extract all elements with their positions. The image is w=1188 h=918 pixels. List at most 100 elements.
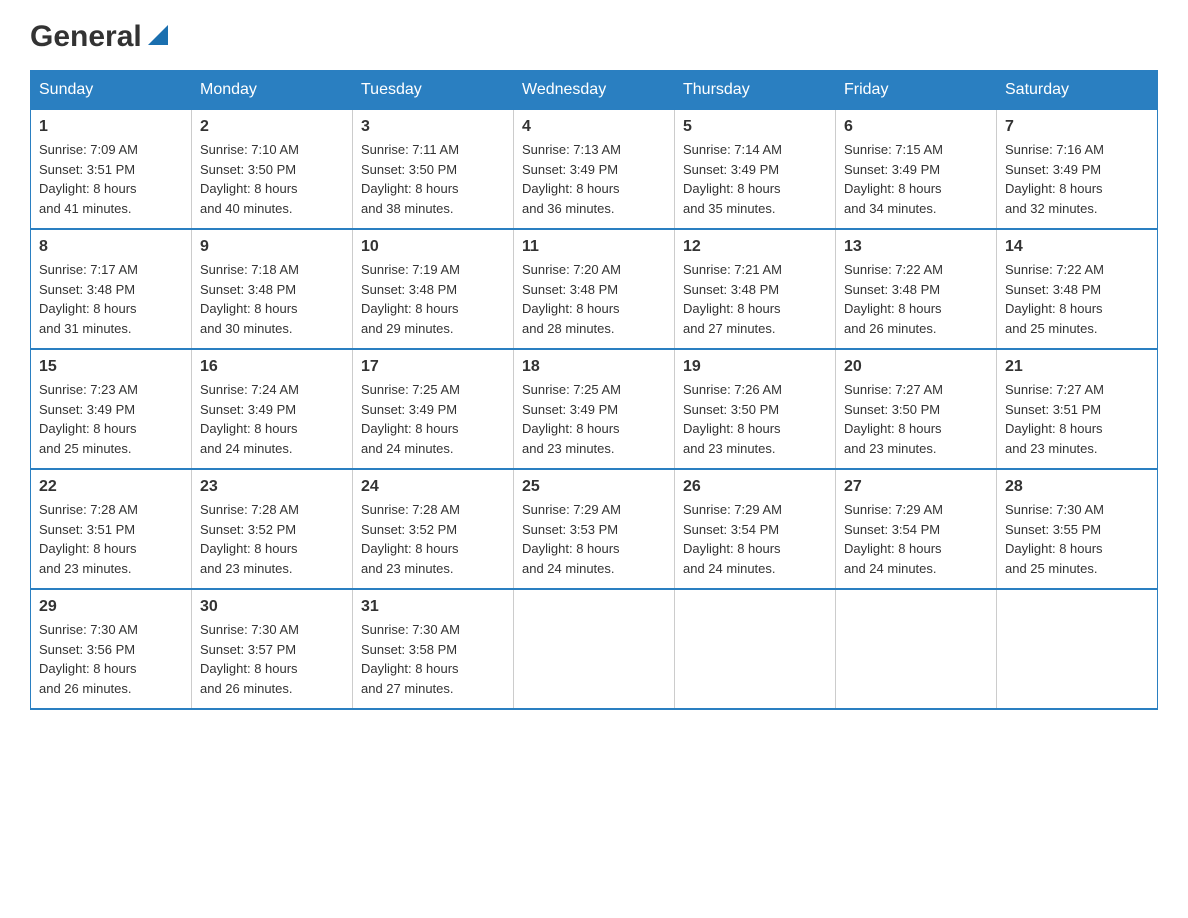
logo-triangle-icon [144,21,172,49]
day-info: Sunrise: 7:28 AM Sunset: 3:52 PM Dayligh… [361,500,505,578]
day-number: 14 [1005,238,1149,256]
weekday-header-sunday: Sunday [31,71,192,110]
day-number: 5 [683,118,827,136]
calendar-cell: 2 Sunrise: 7:10 AM Sunset: 3:50 PM Dayli… [192,110,353,230]
day-info: Sunrise: 7:29 AM Sunset: 3:54 PM Dayligh… [844,500,988,578]
calendar-cell [675,589,836,709]
calendar-cell: 13 Sunrise: 7:22 AM Sunset: 3:48 PM Dayl… [836,229,997,349]
day-info: Sunrise: 7:15 AM Sunset: 3:49 PM Dayligh… [844,140,988,218]
weekday-header-friday: Friday [836,71,997,110]
weekday-header-tuesday: Tuesday [353,71,514,110]
calendar-cell: 3 Sunrise: 7:11 AM Sunset: 3:50 PM Dayli… [353,110,514,230]
day-number: 25 [522,478,666,496]
logo: General [30,20,172,50]
day-info: Sunrise: 7:28 AM Sunset: 3:52 PM Dayligh… [200,500,344,578]
calendar-cell: 18 Sunrise: 7:25 AM Sunset: 3:49 PM Dayl… [514,349,675,469]
day-info: Sunrise: 7:20 AM Sunset: 3:48 PM Dayligh… [522,260,666,338]
calendar-cell: 17 Sunrise: 7:25 AM Sunset: 3:49 PM Dayl… [353,349,514,469]
day-number: 29 [39,598,183,616]
calendar-cell: 30 Sunrise: 7:30 AM Sunset: 3:57 PM Dayl… [192,589,353,709]
calendar-table: SundayMondayTuesdayWednesdayThursdayFrid… [30,70,1158,710]
day-number: 13 [844,238,988,256]
logo-name: General [30,20,142,54]
day-info: Sunrise: 7:21 AM Sunset: 3:48 PM Dayligh… [683,260,827,338]
calendar-cell: 15 Sunrise: 7:23 AM Sunset: 3:49 PM Dayl… [31,349,192,469]
day-number: 21 [1005,358,1149,376]
weekday-header-saturday: Saturday [997,71,1158,110]
day-number: 19 [683,358,827,376]
day-info: Sunrise: 7:26 AM Sunset: 3:50 PM Dayligh… [683,380,827,458]
day-number: 28 [1005,478,1149,496]
day-info: Sunrise: 7:30 AM Sunset: 3:56 PM Dayligh… [39,620,183,698]
calendar-cell: 23 Sunrise: 7:28 AM Sunset: 3:52 PM Dayl… [192,469,353,589]
calendar-week-row: 29 Sunrise: 7:30 AM Sunset: 3:56 PM Dayl… [31,589,1158,709]
calendar-cell: 6 Sunrise: 7:15 AM Sunset: 3:49 PM Dayli… [836,110,997,230]
calendar-cell: 24 Sunrise: 7:28 AM Sunset: 3:52 PM Dayl… [353,469,514,589]
calendar-cell: 8 Sunrise: 7:17 AM Sunset: 3:48 PM Dayli… [31,229,192,349]
day-number: 26 [683,478,827,496]
weekday-header-wednesday: Wednesday [514,71,675,110]
calendar-cell: 5 Sunrise: 7:14 AM Sunset: 3:49 PM Dayli… [675,110,836,230]
day-info: Sunrise: 7:18 AM Sunset: 3:48 PM Dayligh… [200,260,344,338]
calendar-cell: 25 Sunrise: 7:29 AM Sunset: 3:53 PM Dayl… [514,469,675,589]
day-info: Sunrise: 7:29 AM Sunset: 3:53 PM Dayligh… [522,500,666,578]
day-number: 2 [200,118,344,136]
day-number: 9 [200,238,344,256]
calendar-week-row: 1 Sunrise: 7:09 AM Sunset: 3:51 PM Dayli… [31,110,1158,230]
day-info: Sunrise: 7:22 AM Sunset: 3:48 PM Dayligh… [1005,260,1149,338]
day-number: 6 [844,118,988,136]
day-info: Sunrise: 7:24 AM Sunset: 3:49 PM Dayligh… [200,380,344,458]
day-info: Sunrise: 7:10 AM Sunset: 3:50 PM Dayligh… [200,140,344,218]
calendar-cell: 10 Sunrise: 7:19 AM Sunset: 3:48 PM Dayl… [353,229,514,349]
day-info: Sunrise: 7:17 AM Sunset: 3:48 PM Dayligh… [39,260,183,338]
day-info: Sunrise: 7:27 AM Sunset: 3:50 PM Dayligh… [844,380,988,458]
day-info: Sunrise: 7:29 AM Sunset: 3:54 PM Dayligh… [683,500,827,578]
day-info: Sunrise: 7:11 AM Sunset: 3:50 PM Dayligh… [361,140,505,218]
day-info: Sunrise: 7:23 AM Sunset: 3:49 PM Dayligh… [39,380,183,458]
calendar-cell: 22 Sunrise: 7:28 AM Sunset: 3:51 PM Dayl… [31,469,192,589]
day-info: Sunrise: 7:30 AM Sunset: 3:58 PM Dayligh… [361,620,505,698]
day-number: 30 [200,598,344,616]
page-header: General [30,20,1158,50]
day-number: 12 [683,238,827,256]
day-info: Sunrise: 7:30 AM Sunset: 3:55 PM Dayligh… [1005,500,1149,578]
day-number: 10 [361,238,505,256]
calendar-cell: 12 Sunrise: 7:21 AM Sunset: 3:48 PM Dayl… [675,229,836,349]
day-number: 16 [200,358,344,376]
calendar-cell: 7 Sunrise: 7:16 AM Sunset: 3:49 PM Dayli… [997,110,1158,230]
calendar-cell: 31 Sunrise: 7:30 AM Sunset: 3:58 PM Dayl… [353,589,514,709]
day-number: 20 [844,358,988,376]
calendar-cell: 29 Sunrise: 7:30 AM Sunset: 3:56 PM Dayl… [31,589,192,709]
day-number: 24 [361,478,505,496]
day-number: 17 [361,358,505,376]
calendar-cell: 21 Sunrise: 7:27 AM Sunset: 3:51 PM Dayl… [997,349,1158,469]
day-info: Sunrise: 7:19 AM Sunset: 3:48 PM Dayligh… [361,260,505,338]
day-number: 8 [39,238,183,256]
day-number: 15 [39,358,183,376]
day-info: Sunrise: 7:30 AM Sunset: 3:57 PM Dayligh… [200,620,344,698]
day-info: Sunrise: 7:13 AM Sunset: 3:49 PM Dayligh… [522,140,666,218]
calendar-cell: 4 Sunrise: 7:13 AM Sunset: 3:49 PM Dayli… [514,110,675,230]
calendar-header-row: SundayMondayTuesdayWednesdayThursdayFrid… [31,71,1158,110]
day-number: 23 [200,478,344,496]
calendar-week-row: 8 Sunrise: 7:17 AM Sunset: 3:48 PM Dayli… [31,229,1158,349]
calendar-week-row: 15 Sunrise: 7:23 AM Sunset: 3:49 PM Dayl… [31,349,1158,469]
calendar-cell: 16 Sunrise: 7:24 AM Sunset: 3:49 PM Dayl… [192,349,353,469]
calendar-cell: 9 Sunrise: 7:18 AM Sunset: 3:48 PM Dayli… [192,229,353,349]
day-info: Sunrise: 7:25 AM Sunset: 3:49 PM Dayligh… [522,380,666,458]
day-number: 1 [39,118,183,136]
calendar-cell: 27 Sunrise: 7:29 AM Sunset: 3:54 PM Dayl… [836,469,997,589]
day-number: 3 [361,118,505,136]
calendar-cell: 1 Sunrise: 7:09 AM Sunset: 3:51 PM Dayli… [31,110,192,230]
day-number: 11 [522,238,666,256]
day-info: Sunrise: 7:14 AM Sunset: 3:49 PM Dayligh… [683,140,827,218]
day-info: Sunrise: 7:25 AM Sunset: 3:49 PM Dayligh… [361,380,505,458]
calendar-cell: 26 Sunrise: 7:29 AM Sunset: 3:54 PM Dayl… [675,469,836,589]
day-info: Sunrise: 7:09 AM Sunset: 3:51 PM Dayligh… [39,140,183,218]
day-number: 22 [39,478,183,496]
calendar-cell: 11 Sunrise: 7:20 AM Sunset: 3:48 PM Dayl… [514,229,675,349]
calendar-cell [836,589,997,709]
weekday-header-monday: Monday [192,71,353,110]
day-number: 18 [522,358,666,376]
day-info: Sunrise: 7:16 AM Sunset: 3:49 PM Dayligh… [1005,140,1149,218]
